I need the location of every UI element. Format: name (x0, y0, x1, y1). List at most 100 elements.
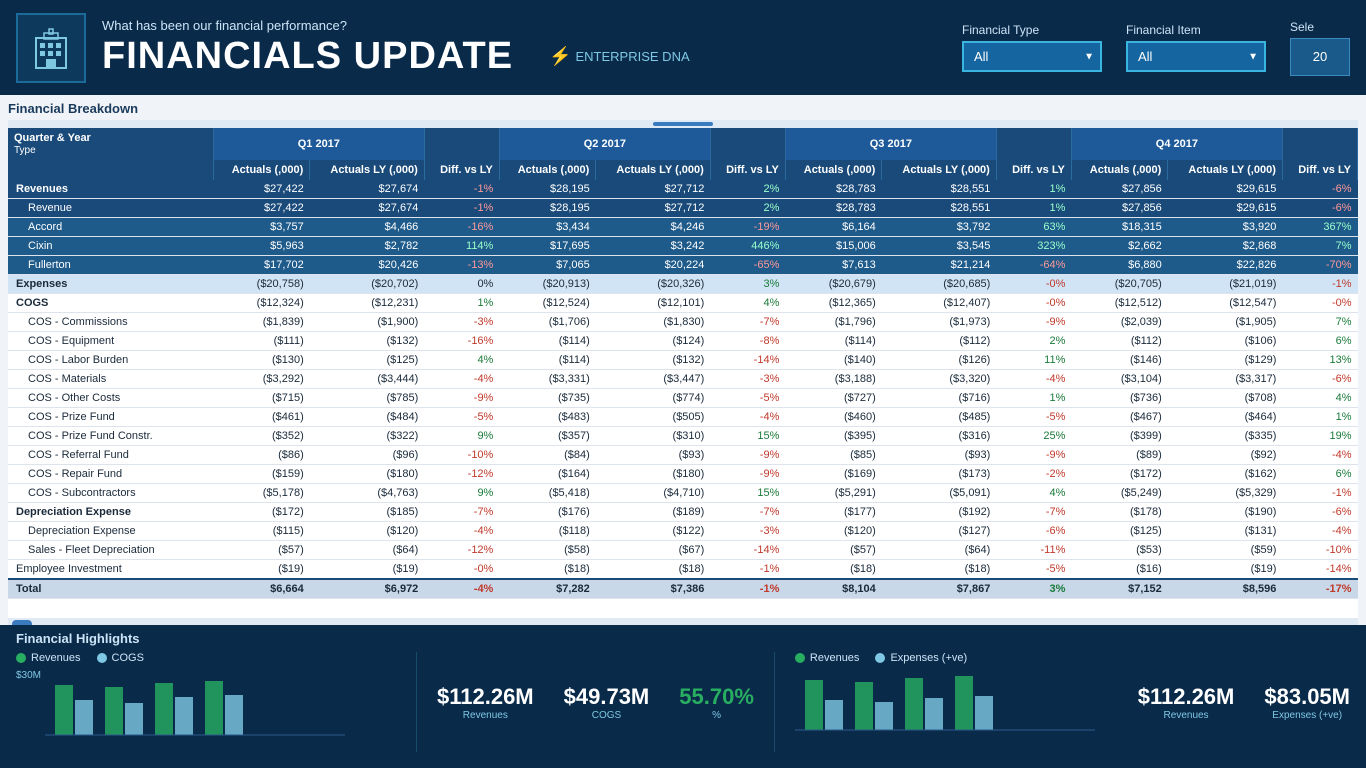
financial-type-select-wrapper[interactable]: All (962, 41, 1102, 72)
data-cell: ($86) (213, 446, 309, 465)
building-icon (26, 23, 76, 73)
data-cell: 2% (710, 180, 785, 199)
col-q4-ly: Actuals LY (,000) (1168, 160, 1283, 180)
col-q3-actuals: Actuals (,000) (785, 160, 881, 180)
data-cell: $3,434 (499, 218, 595, 237)
data-cell: ($176) (499, 503, 595, 522)
data-cell: $3,757 (213, 218, 309, 237)
table-row: COS - Prize Fund Constr.($352)($322)9%($… (8, 427, 1358, 446)
data-cell: 6% (1282, 332, 1357, 351)
header: What has been our financial performance?… (0, 0, 1366, 95)
data-cell: ($180) (596, 465, 711, 484)
col-q1-diffvs: Diff. vs LY (424, 160, 499, 180)
financial-item-select-wrapper[interactable]: All (1126, 41, 1266, 72)
data-cell: ($159) (213, 465, 309, 484)
data-cell: -1% (710, 560, 785, 580)
data-cell: $28,551 (882, 180, 997, 199)
financial-item-select[interactable]: All (1126, 41, 1266, 72)
data-cell: ($2,039) (1071, 313, 1167, 332)
left-bar-chart: $30M (16, 670, 396, 740)
data-cell: ($146) (1071, 351, 1167, 370)
data-cell: ($18) (596, 560, 711, 580)
data-cell: 7% (1282, 237, 1357, 256)
scroll-bar[interactable] (653, 122, 713, 126)
data-cell: -12% (424, 465, 499, 484)
logo-box (16, 13, 86, 83)
table-wrapper[interactable]: Quarter & YearType Q1 2017 Q2 2017 Q3 20… (8, 128, 1358, 618)
data-cell: -0% (996, 294, 1071, 313)
data-cell: $5,963 (213, 237, 309, 256)
data-cell: $7,065 (499, 256, 595, 275)
sele-value[interactable]: 20 (1290, 38, 1350, 76)
data-cell: $15,006 (785, 237, 881, 256)
data-cell: -4% (710, 408, 785, 427)
data-cell: $28,195 (499, 199, 595, 218)
financial-type-select[interactable]: All (962, 41, 1102, 72)
data-cell: ($57) (785, 541, 881, 560)
table-row: Depreciation Expense($115)($120)-4%($118… (8, 522, 1358, 541)
legend-revenues2-label: Revenues (810, 652, 860, 664)
stat-pct-value: 55.70% (679, 684, 754, 710)
row-label-cell: Accord (8, 218, 213, 237)
data-cell: ($20,326) (596, 275, 711, 294)
data-cell: 4% (996, 484, 1071, 503)
data-cell: -4% (1282, 522, 1357, 541)
col-q1-actuals: Actuals (,000) (213, 160, 309, 180)
data-cell: $27,712 (596, 199, 711, 218)
data-cell: ($172) (213, 503, 309, 522)
data-cell: ($173) (882, 465, 997, 484)
data-cell: -3% (710, 522, 785, 541)
data-cell: ($735) (499, 389, 595, 408)
data-cell: ($172) (1071, 465, 1167, 484)
data-cell: -9% (996, 313, 1071, 332)
row-label-cell: COS - Referral Fund (8, 446, 213, 465)
data-cell: ($5,178) (213, 484, 309, 503)
horizontal-scrollbar[interactable] (8, 618, 1358, 625)
data-cell: ($19) (1168, 560, 1283, 580)
title-section: What has been our financial performance?… (102, 18, 962, 78)
data-cell: 446% (710, 237, 785, 256)
page-title: FINANCIALS UPDATE (102, 35, 513, 78)
data-cell: $28,783 (785, 180, 881, 199)
sele-filter: Sele 20 (1290, 20, 1350, 76)
data-cell: ($114) (499, 332, 595, 351)
data-cell: ($132) (596, 351, 711, 370)
data-cell: -6% (1282, 180, 1357, 199)
data-cell: 25% (996, 427, 1071, 446)
data-cell: ($20,913) (499, 275, 595, 294)
data-cell: ($180) (310, 465, 425, 484)
table-row: Fullerton$17,702$20,426-13%$7,065$20,224… (8, 256, 1358, 275)
data-cell: ($85) (785, 446, 881, 465)
stat-revenue-value: $112.26M (437, 684, 534, 710)
data-cell: $29,615 (1168, 199, 1283, 218)
col-quarter-year: Quarter & YearType (8, 128, 213, 160)
row-label-cell: COS - Prize Fund (8, 408, 213, 427)
legend-revenues-label: Revenues (31, 652, 81, 664)
data-cell: ($1,900) (310, 313, 425, 332)
stat-pct-label: % (679, 710, 754, 721)
data-cell: $3,242 (596, 237, 711, 256)
data-cell: $6,664 (213, 579, 309, 599)
data-cell: ($140) (785, 351, 881, 370)
data-cell: ($19) (213, 560, 309, 580)
data-cell: ($169) (785, 465, 881, 484)
brand-name: ENTERPRISE DNA (576, 49, 690, 64)
data-cell: ($93) (596, 446, 711, 465)
data-cell: -10% (424, 446, 499, 465)
table-row: COS - Subcontractors($5,178)($4,763)9%($… (8, 484, 1358, 503)
data-cell: $4,466 (310, 218, 425, 237)
data-cell: -1% (424, 199, 499, 218)
table-row: COS - Commissions($1,839)($1,900)-3%($1,… (8, 313, 1358, 332)
data-cell: -6% (1282, 199, 1357, 218)
data-cell: ($4,763) (310, 484, 425, 503)
data-cell: 15% (710, 427, 785, 446)
hscroll-thumb[interactable] (12, 620, 32, 625)
data-cell: 4% (710, 294, 785, 313)
data-cell: -16% (424, 218, 499, 237)
highlight-right: Revenues Expenses (+ve) (795, 652, 1350, 752)
data-cell: ($19) (310, 560, 425, 580)
row-label-cell: COS - Repair Fund (8, 465, 213, 484)
legend-left: Revenues COGS (16, 652, 396, 664)
data-cell: ($114) (785, 332, 881, 351)
expenses-dot (875, 653, 885, 663)
